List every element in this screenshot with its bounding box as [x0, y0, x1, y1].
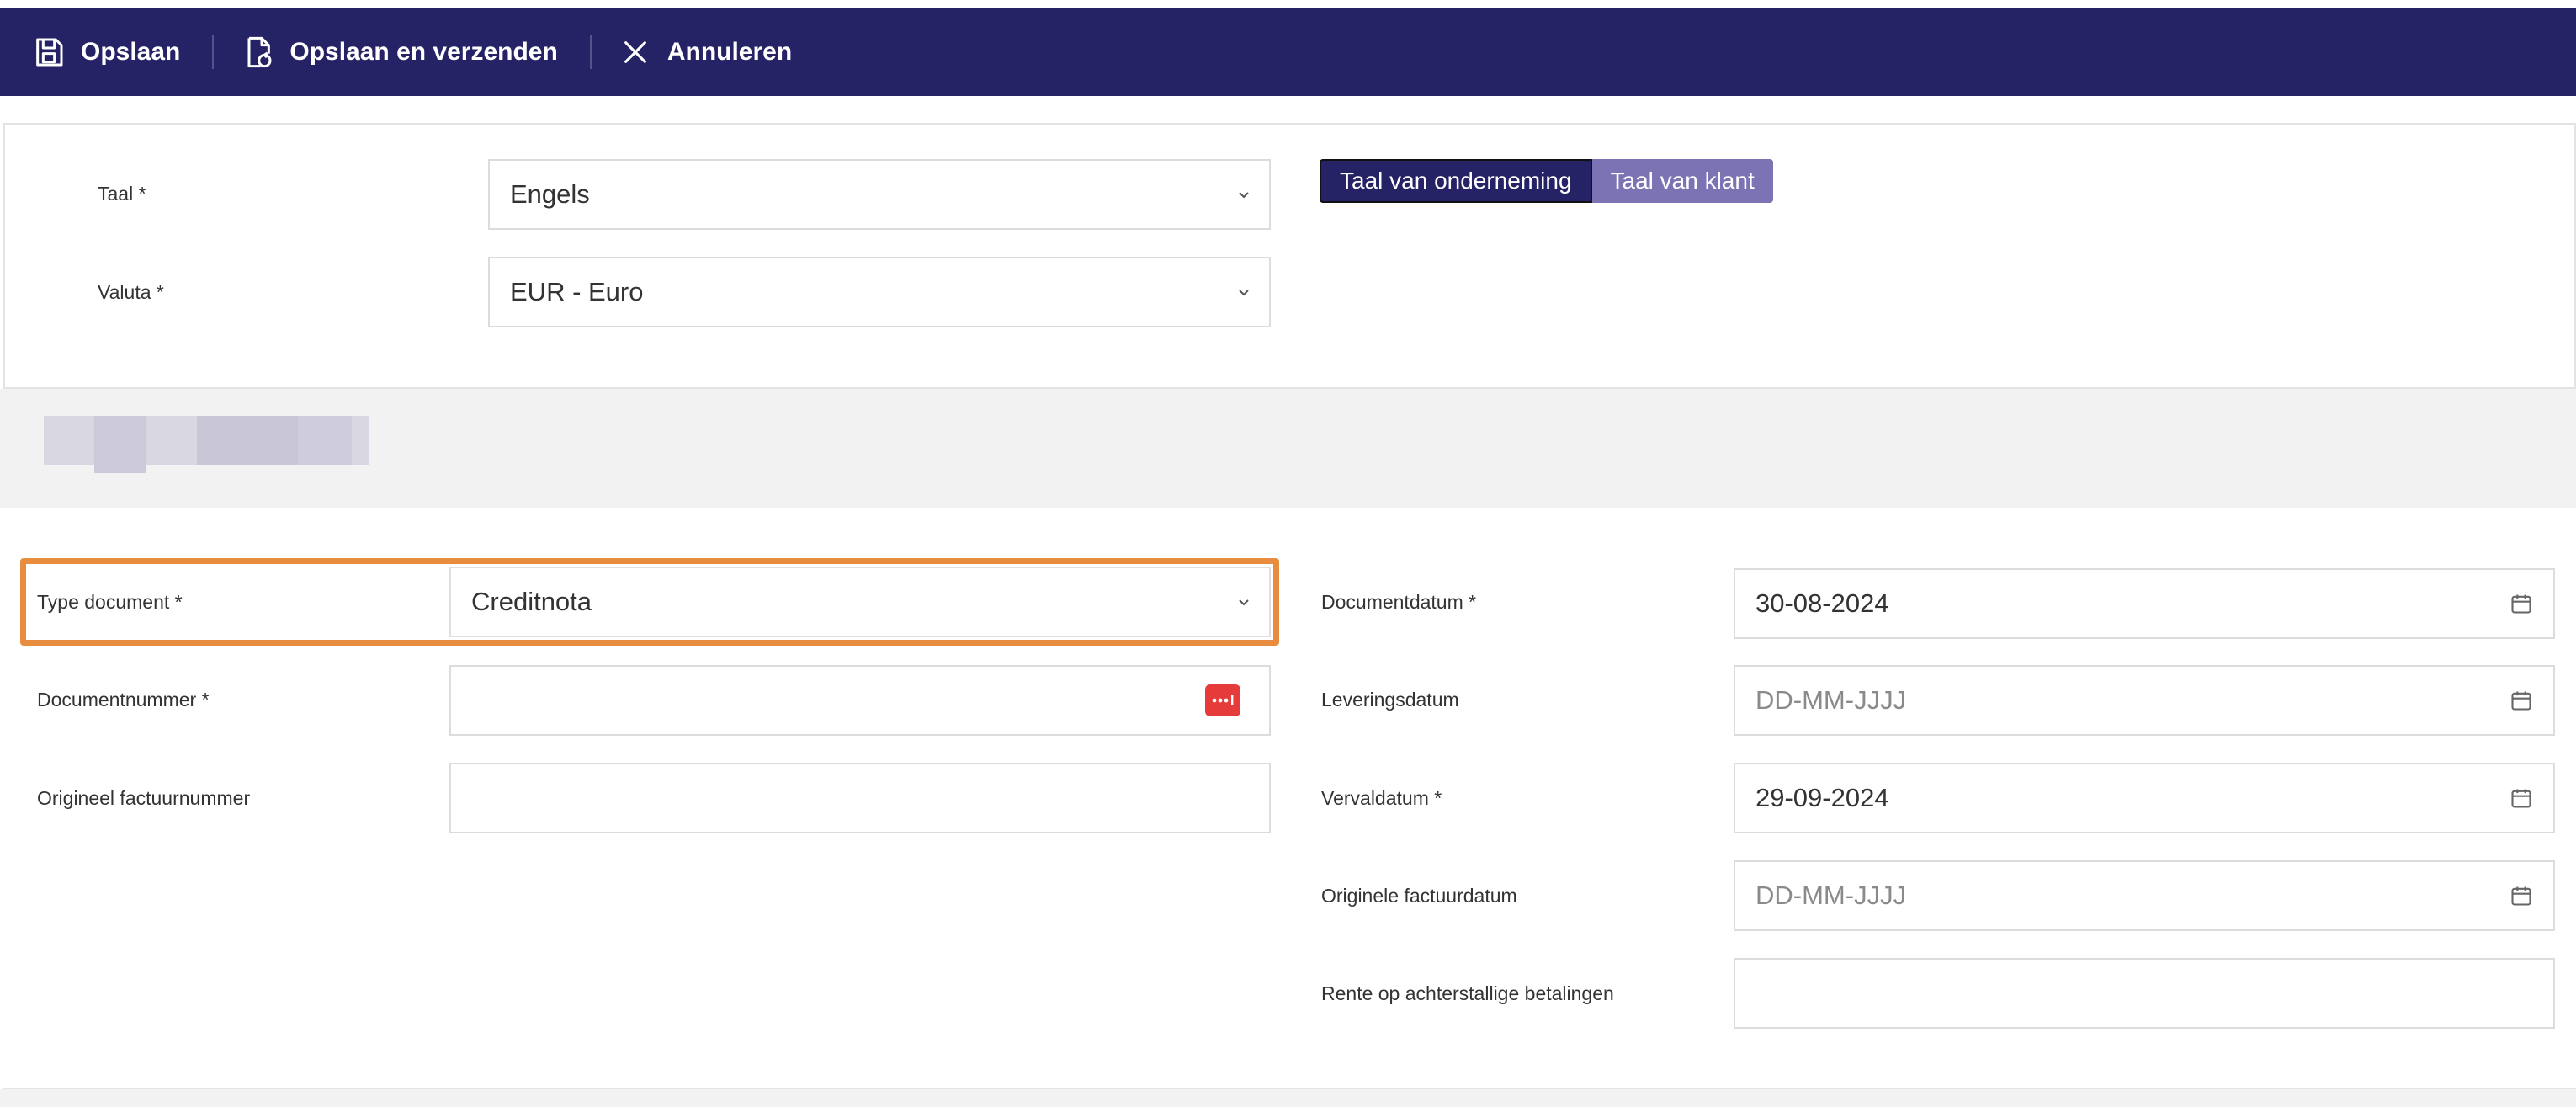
delivery-date-input[interactable]: DD-MM-JJJJ — [1734, 665, 2555, 736]
calendar-icon[interactable] — [2510, 689, 2533, 712]
chevron-down-icon — [1239, 599, 1249, 606]
cancel-button[interactable]: Annuleren — [610, 8, 817, 96]
language-value: Engels — [510, 179, 590, 209]
document-date-input[interactable]: 30-08-2024 — [1734, 568, 2555, 639]
original-invoice-date-input[interactable]: DD-MM-JJJJ — [1734, 860, 2555, 931]
delivery-date-label: Leveringsdatum — [1321, 689, 1459, 711]
late-interest-input[interactable] — [1734, 958, 2555, 1029]
redacted-block — [298, 416, 352, 465]
document-date-value: 30-08-2024 — [1755, 588, 1889, 618]
original-invoice-number-label: Origineel factuurnummer — [37, 787, 251, 809]
save-and-send-label: Opslaan en verzenden — [289, 38, 558, 66]
redacted-section-header — [0, 389, 2576, 508]
due-date-value: 29-09-2024 — [1755, 783, 1889, 812]
calendar-icon[interactable] — [2510, 592, 2533, 615]
document-type-value: Creditnota — [471, 587, 592, 616]
language-label: Taal * — [98, 183, 146, 205]
document-number-label: Documentnummer * — [37, 689, 210, 711]
original-invoice-number-input[interactable] — [449, 763, 1271, 833]
action-toolbar: Opslaan Opslaan en verzenden Annuleren — [0, 8, 2576, 96]
document-type-select[interactable]: Creditnota — [449, 567, 1271, 637]
chevron-down-icon — [1239, 192, 1249, 199]
document-number-input[interactable] — [449, 665, 1271, 736]
currency-select[interactable]: EUR - Euro — [488, 257, 1271, 327]
language-source-toggle: Taal van onderneming Taal van klant — [1320, 159, 1773, 203]
toolbar-divider — [212, 35, 215, 69]
chevron-down-icon — [1239, 290, 1249, 296]
save-send-icon — [239, 34, 276, 71]
close-icon — [617, 34, 654, 71]
save-and-send-button[interactable]: Opslaan en verzenden — [232, 8, 582, 96]
calendar-icon[interactable] — [2510, 884, 2533, 907]
save-label: Opslaan — [81, 38, 181, 66]
general-settings-panel — [3, 123, 2576, 389]
generate-number-button[interactable] — [1205, 684, 1240, 716]
save-button[interactable]: Opslaan — [24, 8, 205, 96]
toggle-customer-language[interactable]: Taal van klant — [1591, 159, 1773, 203]
calendar-icon[interactable] — [2510, 786, 2533, 810]
toolbar-divider — [589, 35, 592, 69]
due-date-label: Vervaldatum * — [1321, 787, 1442, 809]
generate-number-icon — [1212, 695, 1234, 705]
original-invoice-date-placeholder: DD-MM-JJJJ — [1755, 881, 1907, 910]
language-select[interactable]: Engels — [488, 159, 1271, 230]
original-invoice-date-label: Originele factuurdatum — [1321, 885, 1517, 907]
page-footer-band — [0, 1089, 2576, 1107]
currency-label: Valuta * — [98, 281, 164, 303]
late-interest-label: Rente op achterstallige betalingen — [1321, 982, 1614, 1004]
save-icon — [30, 34, 67, 71]
cancel-label: Annuleren — [667, 38, 793, 66]
currency-value: EUR - Euro — [510, 277, 644, 306]
redacted-block — [94, 416, 146, 473]
toggle-company-language[interactable]: Taal van onderneming — [1320, 159, 1592, 203]
delivery-date-placeholder: DD-MM-JJJJ — [1755, 685, 1907, 715]
due-date-input[interactable]: 29-09-2024 — [1734, 763, 2555, 833]
document-date-label: Documentdatum * — [1321, 591, 1477, 613]
redacted-block — [197, 416, 298, 465]
document-type-label: Type document * — [37, 591, 183, 613]
